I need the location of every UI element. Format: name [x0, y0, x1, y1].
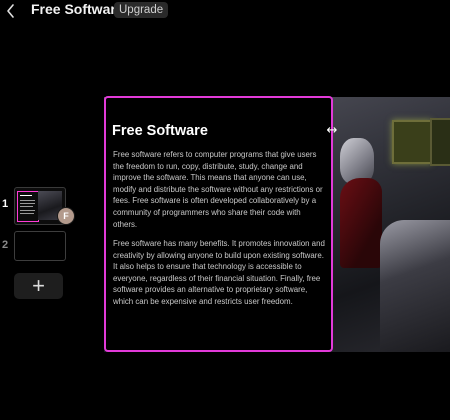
slide-paragraph-1[interactable]: Free software refers to computer program… [113, 149, 325, 230]
background-monitor [430, 118, 450, 166]
plus-icon: + [32, 273, 45, 298]
avatar: F [57, 207, 75, 225]
chevron-left-icon [7, 4, 14, 18]
background-figure-body [340, 178, 382, 268]
slide-paragraph-2[interactable]: Free software has many benefits. It prom… [113, 238, 325, 308]
slide-title[interactable]: Free Software [112, 123, 208, 139]
thumbnail-text-box [17, 191, 39, 222]
horizontal-resize-icon[interactable]: ↔ [322, 124, 342, 138]
background-monitor [392, 120, 432, 164]
add-slide-button[interactable]: + [14, 273, 63, 299]
slide-number-2: 2 [2, 239, 9, 251]
upgrade-button[interactable]: Upgrade [114, 2, 169, 18]
back-button[interactable] [4, 2, 18, 20]
presentation-title[interactable]: Free Software [31, 1, 124, 17]
slide-thumbnail-2[interactable] [14, 231, 66, 261]
slide-number-1: 1 [2, 198, 9, 210]
top-bar: Free Software Upgrade [0, 0, 450, 24]
background-chair [380, 220, 450, 352]
